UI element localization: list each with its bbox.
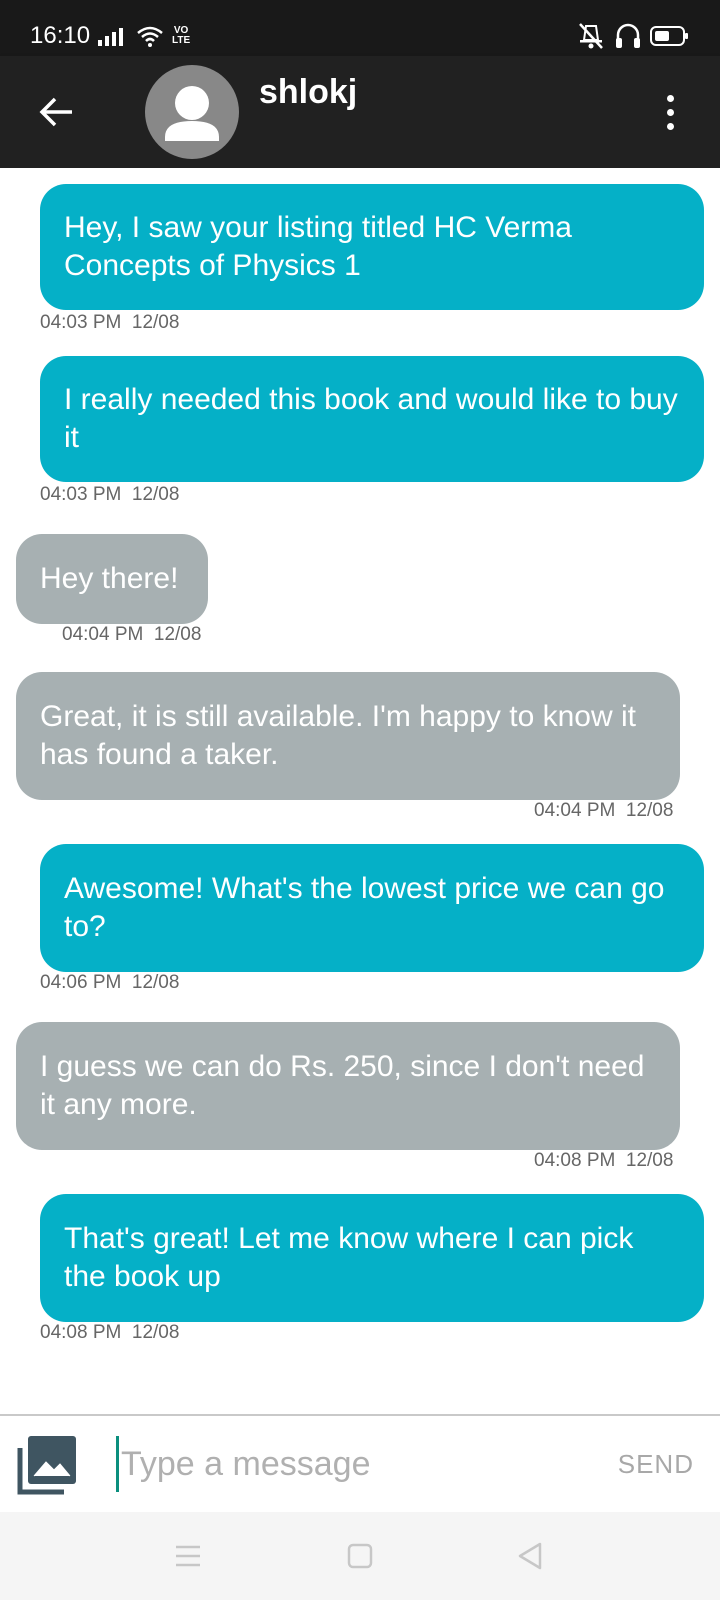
contact-name[interactable]: shlokj (259, 72, 357, 112)
more-vert-icon-dot (666, 108, 674, 116)
message-time: 04:04 PM (62, 624, 144, 645)
status-right-icons (576, 20, 690, 52)
back-triangle-icon (518, 1542, 542, 1570)
message-time: 04:04 PM (534, 800, 616, 821)
system-nav-bar (0, 1512, 720, 1600)
volte-bottom-text: LTE (172, 35, 191, 46)
sent-message-bubble[interactable]: That's great! Let me know where I can pi… (40, 1194, 704, 1322)
send-button[interactable]: SEND (618, 1446, 694, 1482)
back-button[interactable] (24, 84, 88, 140)
gallery-icon (17, 1436, 76, 1495)
received-message-bubble[interactable]: I guess we can do Rs. 250, since I don't… (16, 1022, 680, 1150)
home-icon (347, 1543, 373, 1569)
message-text: I really needed this book and would like… (64, 383, 678, 454)
mute-icon (579, 23, 603, 49)
message-date: 12/08 (131, 312, 180, 333)
message-timestamp: 04:06 PM 12/08 (40, 972, 179, 994)
message-composer: SEND (0, 1416, 720, 1512)
more-options-button[interactable] (656, 86, 684, 138)
status-left-icons: VO LTE (98, 22, 190, 50)
received-message-bubble[interactable]: Hey there! (16, 534, 208, 624)
message-text: Awesome! What's the lowest price we can … (64, 872, 665, 943)
message-date: 12/08 (131, 1322, 180, 1343)
message-text: That's great! Let me know where I can pi… (64, 1222, 634, 1293)
message-input[interactable] (116, 1436, 576, 1492)
volte-icon: VO LTE (172, 26, 190, 46)
person-icon (165, 86, 219, 141)
sent-message-bubble[interactable]: Hey, I saw your listing titled HC Verma … (40, 184, 704, 310)
signal-icon (98, 28, 123, 46)
message-timestamp: 04:04 PM 12/08 (534, 800, 673, 822)
sent-message-bubble[interactable]: Awesome! What's the lowest price we can … (40, 844, 704, 972)
arrow-back-icon (39, 97, 72, 127)
back-nav-button[interactable] (512, 1538, 548, 1574)
message-time: 04:08 PM (534, 1150, 616, 1171)
message-timestamp: 04:04 PM 12/08 (62, 624, 201, 646)
message-timestamp: 04:08 PM 12/08 (40, 1322, 179, 1344)
message-date: 12/08 (625, 1150, 674, 1171)
recent-apps-icon (176, 1545, 200, 1567)
status-time: 16:10 (30, 22, 91, 49)
message-timestamp: 04:08 PM 12/08 (534, 1150, 673, 1172)
message-date: 12/08 (625, 800, 674, 821)
app-bar: shlokj (0, 56, 720, 168)
recent-apps-button[interactable] (170, 1538, 206, 1574)
more-vert-icon-dot (666, 94, 674, 102)
message-date: 12/08 (131, 972, 180, 993)
message-text: Hey there! (40, 562, 179, 595)
message-date: 12/08 (131, 484, 180, 505)
message-time: 04:08 PM (40, 1322, 122, 1343)
gallery-button[interactable] (16, 1432, 80, 1496)
sent-message-bubble[interactable]: I really needed this book and would like… (40, 356, 704, 482)
message-timestamp: 04:03 PM 12/08 (40, 484, 179, 506)
home-button[interactable] (342, 1538, 378, 1574)
message-text: Great, it is still available. I'm happy … (40, 700, 636, 771)
message-time: 04:03 PM (40, 312, 122, 333)
headphones-icon (616, 23, 640, 48)
message-time: 04:03 PM (40, 484, 122, 505)
message-timestamp: 04:03 PM 12/08 (40, 312, 179, 334)
message-text: I guess we can do Rs. 250, since I don't… (40, 1050, 645, 1121)
avatar[interactable] (145, 65, 239, 159)
more-vert-icon-dot (666, 122, 674, 130)
message-time: 04:06 PM (40, 972, 122, 993)
received-message-bubble[interactable]: Great, it is still available. I'm happy … (16, 672, 680, 800)
message-text: Hey, I saw your listing titled HC Verma … (64, 211, 572, 282)
wifi-icon (137, 26, 163, 47)
message-date: 12/08 (153, 624, 202, 645)
message-list[interactable]: Hey, I saw your listing titled HC Verma … (0, 168, 720, 1414)
status-bar: 16:10 VO LTE (0, 0, 720, 56)
battery-icon (650, 26, 688, 46)
